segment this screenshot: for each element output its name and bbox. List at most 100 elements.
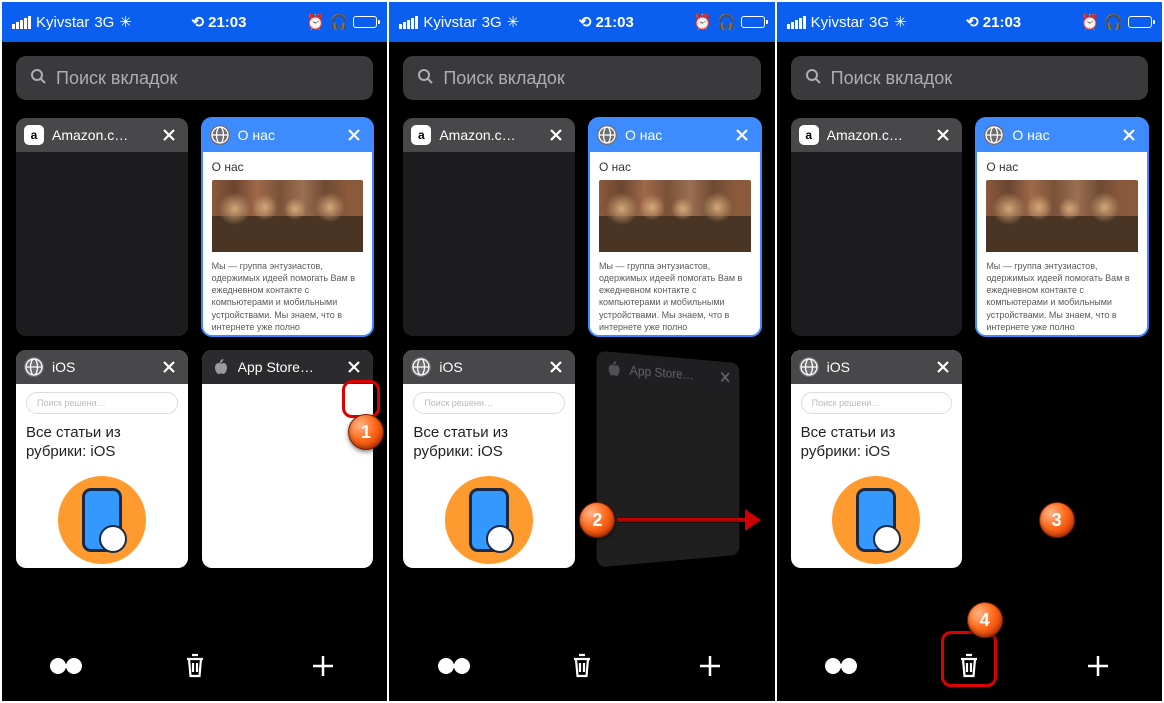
delete-all-button[interactable] [945, 642, 993, 690]
step-marker-3: 3 [1039, 502, 1075, 538]
tabs-grid: a Amazon.c… О нас О нас Мы [2, 114, 387, 631]
new-tab-button[interactable] [1074, 642, 1122, 690]
headphones-icon: 🎧 [1104, 13, 1123, 31]
inner-search: Поиск решени… [26, 392, 178, 414]
incognito-button[interactable] [817, 642, 865, 690]
activity-icon: ✳︎ [894, 13, 907, 31]
tab-title: Amazon.c… [827, 127, 925, 143]
tab-title: О нас [1012, 127, 1110, 143]
signal-bars-icon [12, 16, 31, 29]
page-heading: О нас [986, 160, 1138, 174]
bottom-toolbar [2, 631, 387, 701]
battery-icon [353, 16, 377, 28]
status-bar: Kyivstar 3G ✳︎ ⟲ 21:03 ⏰ 🎧 [389, 2, 774, 42]
tabs-grid: a Amazon.c… О нас О нас Мы — группа энту… [777, 114, 1162, 631]
headphones-icon: 🎧 [717, 13, 736, 31]
inner-search: Поиск решени… [413, 392, 565, 414]
hero-image [986, 180, 1138, 252]
network-label: 3G [869, 14, 889, 31]
clock-time: 21:03 [595, 14, 633, 31]
tab-onas[interactable]: О нас О нас Мы — группа энтузиастов, оде… [202, 118, 374, 336]
carrier-label: Kyivstar [36, 14, 89, 31]
tab-ios[interactable]: iOS Поиск решени… Все статьи из рубрики:… [791, 350, 963, 568]
alarm-icon: ⏰ [693, 13, 712, 31]
link-icon: ⟲ [191, 14, 204, 31]
incognito-button[interactable] [430, 642, 478, 690]
search-icon [417, 68, 433, 89]
close-icon[interactable] [343, 124, 365, 146]
tab-title: iOS [439, 359, 537, 375]
close-icon[interactable] [1118, 124, 1140, 146]
close-icon[interactable] [158, 356, 180, 378]
apple-icon [604, 358, 622, 379]
close-icon[interactable] [545, 124, 567, 146]
activity-icon: ✳︎ [119, 13, 132, 31]
tab-title: Amazon.c… [52, 127, 150, 143]
clock-time: 21:03 [208, 14, 246, 31]
tab-amazon[interactable]: a Amazon.c… [403, 118, 575, 336]
search-tabs-input[interactable]: Поиск вкладок [791, 56, 1148, 100]
headphones-icon: 🎧 [330, 13, 349, 31]
close-icon[interactable] [343, 356, 365, 378]
search-placeholder: Поиск вкладок [831, 68, 952, 89]
tab-title: iOS [52, 359, 150, 375]
tab-onas[interactable]: О нас О нас Мы — группа энтузиастов, оде… [589, 118, 761, 336]
search-tabs-input[interactable]: Поиск вкладок [16, 56, 373, 100]
phone-panel-3: Kyivstar 3G ✳︎ ⟲ 21:03 ⏰ 🎧 Поиск вкладок… [777, 2, 1162, 701]
hero-image [212, 180, 364, 252]
link-icon: ⟲ [966, 14, 979, 31]
link-icon: ⟲ [579, 14, 592, 31]
search-placeholder: Поиск вкладок [56, 68, 177, 89]
search-icon [30, 68, 46, 89]
apple-icon [210, 357, 230, 377]
inner-search: Поиск решени… [801, 392, 953, 414]
globe-icon [597, 125, 617, 145]
search-tabs-input[interactable]: Поиск вкладок [403, 56, 760, 100]
alarm-icon: ⏰ [1081, 13, 1100, 31]
step-marker-4: 4 [967, 602, 1003, 638]
tab-title: О нас [238, 127, 336, 143]
close-icon[interactable] [158, 124, 180, 146]
globe-icon [24, 357, 44, 377]
category-heading: Все статьи из рубрики: iOS [413, 424, 565, 462]
tab-appstore-swiping[interactable]: App Store… [597, 351, 739, 568]
bottom-toolbar [389, 631, 774, 701]
search-icon [805, 68, 821, 89]
tab-amazon[interactable]: a Amazon.c… [16, 118, 188, 336]
network-label: 3G [94, 14, 114, 31]
globe-icon [799, 357, 819, 377]
close-icon[interactable] [932, 124, 954, 146]
tab-onas[interactable]: О нас О нас Мы — группа энтузиастов, оде… [976, 118, 1148, 336]
hero-image [599, 180, 751, 252]
amazon-favicon: a [411, 125, 431, 145]
tab-amazon[interactable]: a Amazon.c… [791, 118, 963, 336]
phone-panel-1: Kyivstar 3G ✳︎ ⟲ 21:03 ⏰ 🎧 Поиск вкладок… [2, 2, 387, 701]
globe-icon [984, 125, 1004, 145]
delete-all-button[interactable] [171, 642, 219, 690]
tab-ios[interactable]: iOS Поиск решени… Все статьи из рубрики:… [16, 350, 188, 568]
category-badge [445, 476, 533, 564]
delete-all-button[interactable] [558, 642, 606, 690]
page-heading: О нас [599, 160, 751, 174]
incognito-button[interactable] [42, 642, 90, 690]
close-icon[interactable] [717, 367, 734, 388]
swipe-arrow [617, 518, 747, 522]
tab-title: App Store… [238, 359, 336, 375]
tabs-grid: a Amazon.c… О нас О нас Мы — группа энту… [389, 114, 774, 631]
tab-ios[interactable]: iOS Поиск решени… Все статьи из рубрики:… [403, 350, 575, 568]
new-tab-button[interactable] [299, 642, 347, 690]
category-heading: Все статьи из рубрики: iOS [801, 424, 953, 462]
page-body-text: Мы — группа энтузиастов, одержимых идеей… [986, 260, 1138, 333]
page-body-text: Мы — группа энтузиастов, одержимых идеей… [599, 260, 751, 333]
close-icon[interactable] [545, 356, 567, 378]
tab-appstore[interactable]: App Store… [202, 350, 374, 568]
globe-icon [411, 357, 431, 377]
tab-title: О нас [625, 127, 723, 143]
alarm-icon: ⏰ [306, 13, 325, 31]
signal-bars-icon [787, 16, 806, 29]
new-tab-button[interactable] [686, 642, 734, 690]
tab-title: Amazon.c… [439, 127, 537, 143]
close-icon[interactable] [932, 356, 954, 378]
close-icon[interactable] [731, 124, 753, 146]
activity-icon: ✳︎ [507, 13, 520, 31]
